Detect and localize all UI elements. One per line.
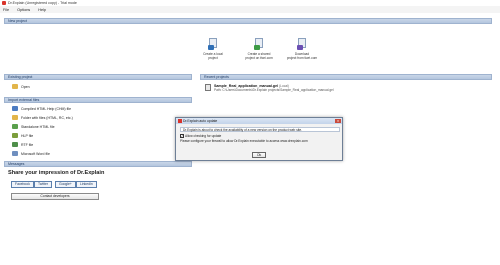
shared-project-icon: [254, 38, 264, 50]
menu-options[interactable]: Options: [17, 8, 30, 12]
auto-update-dialog: Dr.Explain auto update ✕ Dr.Explain is a…: [175, 117, 343, 161]
create-shared-project-button[interactable]: Create a shared project on tiwri.com: [242, 38, 276, 60]
linkedin-button[interactable]: LinkedIn: [76, 181, 97, 188]
menu-bar: File Options Help: [0, 6, 500, 13]
import-hlp-item[interactable]: HLP file: [12, 133, 33, 138]
recent-project-item[interactable]: Sample_Real_application_manual.gel (Loca…: [205, 84, 334, 92]
dialog-ok-button[interactable]: Ok: [252, 152, 266, 158]
chm-file-icon: [12, 106, 18, 111]
import-word-item[interactable]: Microsoft Word file: [12, 151, 50, 156]
project-file-icon: [205, 84, 211, 91]
allow-update-label: Allow checking for update: [185, 134, 222, 138]
recent-projects-header: Recent projects: [200, 74, 492, 80]
rtf-file-icon: [12, 142, 18, 147]
contact-developers-button[interactable]: Contact developers: [11, 193, 99, 200]
window-title: Dr.Explain (Unregistered copy) - Trial m…: [8, 1, 77, 5]
create-local-project-button[interactable]: Create a local project: [196, 38, 230, 60]
messages-header: Messages: [4, 161, 192, 167]
twitter-button[interactable]: Twitter: [34, 181, 52, 188]
new-project-header: New project: [4, 18, 492, 24]
google-plus-button[interactable]: Google+: [55, 181, 76, 188]
import-word-label: Microsoft Word file: [21, 151, 50, 156]
import-rtf-label: RTF file: [21, 142, 34, 147]
create-local-label-2: project: [208, 56, 218, 60]
dialog-title: Dr.Explain auto update: [183, 119, 218, 123]
dialog-message-1: Dr.Explain is about to check the availab…: [180, 127, 340, 132]
import-folder-label: Folder with files (HTML, RC, etc.): [21, 115, 73, 120]
open-project-button[interactable]: Open: [12, 84, 30, 89]
open-label: Open: [21, 84, 30, 89]
download-project-button[interactable]: Download project from tiwri.com: [285, 38, 319, 60]
dialog-titlebar: Dr.Explain auto update ✕: [176, 118, 342, 124]
app-logo-icon: [2, 1, 6, 5]
download-label-2: project from tiwri.com: [286, 56, 318, 60]
html-file-icon: [12, 124, 18, 129]
import-hlp-label: HLP file: [21, 133, 34, 138]
import-chm-label: Compiled HTML Help (CHM) file: [21, 106, 72, 111]
import-html-item[interactable]: Standalone HTML file: [12, 124, 55, 129]
import-external-header: Import external files: [4, 97, 192, 103]
dialog-message-2: Please configure your firewall to allow …: [180, 139, 308, 143]
folder-open-icon: [12, 84, 18, 89]
checkbox-checked-icon[interactable]: ✓: [180, 134, 184, 138]
import-folder-item[interactable]: Folder with files (HTML, RC, etc.): [12, 115, 73, 120]
import-chm-item[interactable]: Compiled HTML Help (CHM) file: [12, 106, 71, 111]
word-file-icon: [12, 151, 18, 156]
dialog-close-icon[interactable]: ✕: [335, 119, 341, 123]
facebook-button[interactable]: Facebook: [11, 181, 34, 188]
import-html-label: Standalone HTML file: [21, 124, 55, 129]
create-shared-label-2: project on tiwri.com: [245, 56, 273, 60]
folder-icon: [12, 115, 18, 120]
allow-update-checkbox[interactable]: ✓ Allow checking for update: [180, 134, 221, 138]
import-rtf-item[interactable]: RTF file: [12, 142, 33, 147]
hlp-file-icon: [12, 133, 18, 138]
menu-help[interactable]: Help: [38, 8, 46, 12]
local-project-icon: [208, 38, 218, 50]
menu-file[interactable]: File: [3, 8, 9, 12]
dialog-logo-icon: [178, 119, 182, 123]
existing-project-header: Existing project: [4, 74, 192, 80]
download-project-icon: [297, 38, 307, 50]
recent-project-path: Path: C:\Users\Documents\Dr.Explain proj…: [214, 88, 334, 92]
share-impression-title: Share your impression of Dr.Explain: [8, 170, 105, 176]
